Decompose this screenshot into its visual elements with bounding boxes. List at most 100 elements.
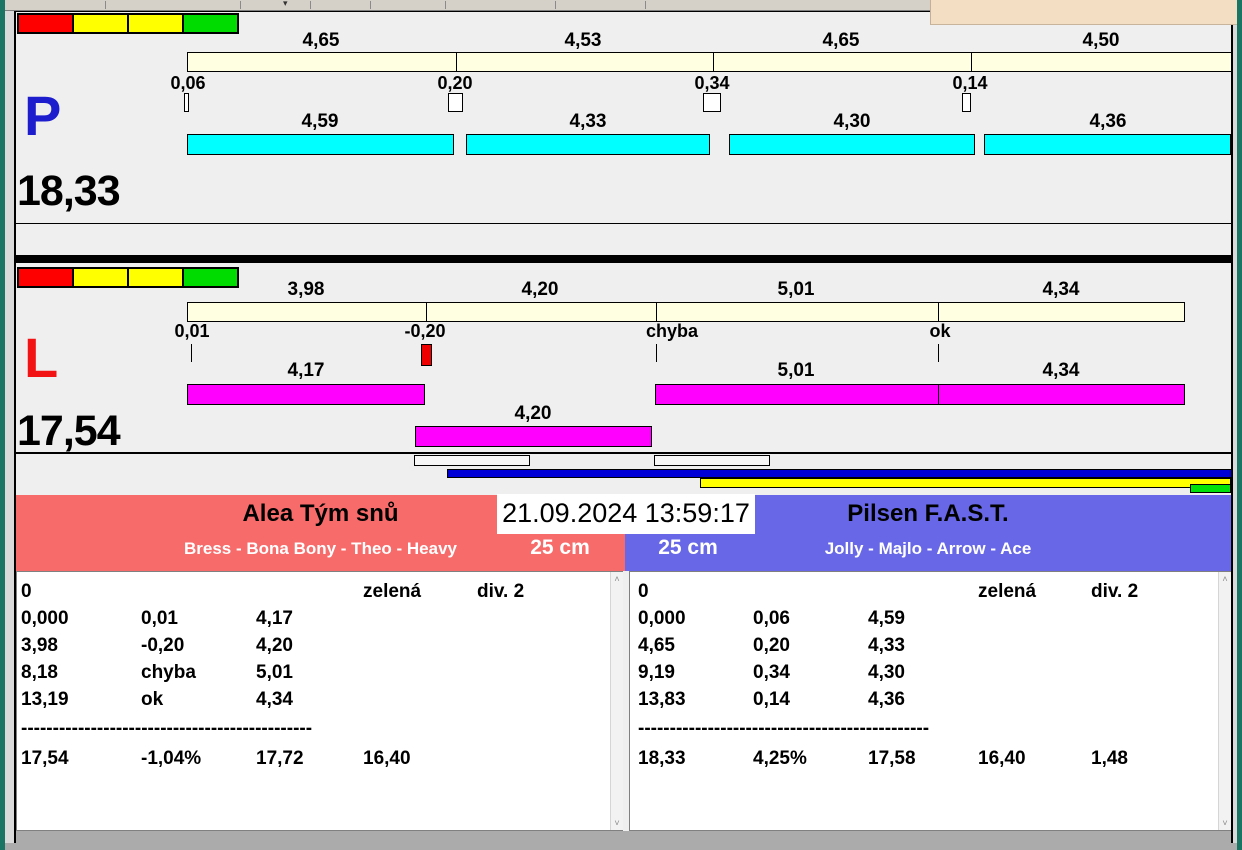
table-total-cell: 16,40 <box>978 748 1026 769</box>
toolbar-separator <box>445 1 446 9</box>
table-cell: 4,17 <box>256 608 293 629</box>
status-light-yellow <box>127 267 184 288</box>
toolbar-separator <box>555 1 556 9</box>
p-top-label-2: 4,53 <box>564 30 602 51</box>
l-tick-3 <box>656 344 657 362</box>
table-total-cell: 18,33 <box>638 748 686 769</box>
table-cell: 0,06 <box>753 608 790 629</box>
scrollbar[interactable]: ˄ ˅ <box>1218 572 1231 830</box>
table-cell: -0,20 <box>141 635 185 656</box>
table-divider-row: ----------------------------------------… <box>21 718 313 739</box>
l-top-label-1: 3,98 <box>287 279 325 300</box>
status-light-yellow <box>127 13 184 34</box>
l-offset-bar <box>415 426 652 447</box>
p-top-label-4: 4,50 <box>1082 30 1120 51</box>
toolbar-separator <box>370 1 371 9</box>
table-cell: 4,59 <box>868 608 905 629</box>
scroll-down-icon[interactable]: ˅ <box>611 818 623 828</box>
table-cell: 0,14 <box>753 689 790 710</box>
scrollbar[interactable]: ˄ ˅ <box>610 572 623 830</box>
l-offset-label: 4,20 <box>514 403 552 424</box>
scroll-up-icon[interactable]: ˄ <box>611 574 623 584</box>
results-table-left[interactable]: 0 zelená div. 2 0,000 0,01 4,17 3,98 -0,… <box>16 571 623 831</box>
strip-hollow-box-2 <box>654 455 770 466</box>
table-cell: chyba <box>141 662 196 683</box>
p-reference-bar <box>187 52 1232 72</box>
p-bottom-label-3: 4,30 <box>833 111 871 132</box>
p-reference-segment <box>971 53 1231 71</box>
toolbar-separator <box>645 1 646 9</box>
status-light-red <box>17 13 74 34</box>
l-top-label-4: 4,34 <box>1042 279 1080 300</box>
p-mark-label-1: 0,06 <box>170 73 206 93</box>
background-window-toolbar: ▾ <box>5 0 930 11</box>
strip-divider <box>16 452 1231 454</box>
table-cell: 0 <box>638 581 649 602</box>
status-lights-l <box>17 267 239 288</box>
status-light-green <box>182 13 239 34</box>
l-bottom-label-1: 4,17 <box>287 360 325 381</box>
status-light-red <box>17 267 74 288</box>
p-reference-segment <box>713 53 971 71</box>
toolbar-separator <box>310 1 311 9</box>
table-cell: 3,98 <box>21 635 58 656</box>
desktop-edge-left <box>0 0 5 850</box>
p-deviation-box-1 <box>184 93 189 112</box>
table-cell: div. 2 <box>1091 581 1139 602</box>
status-light-yellow <box>72 267 129 288</box>
p-bottom-label-1: 4,59 <box>301 111 339 132</box>
l-distance-bar-1 <box>187 384 425 405</box>
l-reference-segment <box>938 303 1184 321</box>
table-divider-row: ----------------------------------------… <box>638 718 930 739</box>
table-total-cell: 4,25% <box>753 748 807 769</box>
window-frame-bottom <box>5 843 1237 850</box>
p-distance-bar-1 <box>187 134 454 155</box>
table-cell: zelená <box>978 581 1037 602</box>
l-bottom-label-3: 4,34 <box>1042 360 1080 381</box>
chevron-down-icon: ▾ <box>283 0 288 8</box>
l-reference-segment <box>656 303 938 321</box>
l-distance-bar-2 <box>655 384 1185 405</box>
lane-p-letter: P <box>24 84 62 147</box>
table-cell: 0,34 <box>753 662 790 683</box>
results-table-right[interactable]: 0 zelená div. 2 0,000 0,06 4,59 4,65 0,2… <box>629 571 1231 831</box>
table-cell: 4,30 <box>868 662 905 683</box>
table-cell: 4,20 <box>256 635 293 656</box>
l-distance-segment <box>938 385 1184 404</box>
scroll-down-icon[interactable]: ˅ <box>1219 818 1231 828</box>
desktop-edge-right <box>1237 0 1242 850</box>
table-total-cell: 17,72 <box>256 748 304 769</box>
l-tick-4 <box>938 344 939 362</box>
lane-divider <box>16 255 1231 263</box>
p-bottom-label-2: 4,33 <box>569 111 607 132</box>
l-reference-segment <box>426 303 656 321</box>
table-cell: 5,01 <box>256 662 293 683</box>
table-cell: 0,20 <box>753 635 790 656</box>
progress-bar-yellow <box>700 478 1231 488</box>
progress-bar-blue <box>447 469 1232 478</box>
table-total-cell: 16,40 <box>363 748 411 769</box>
app-screen: ▾ 4,65 4,53 4,65 4,50 0,06 0,20 0,34 0,1… <box>0 0 1242 850</box>
toolbar-separator <box>105 1 106 9</box>
scroll-up-icon[interactable]: ˄ <box>1219 574 1231 584</box>
p-reference-segment <box>188 53 456 71</box>
measurement-panel: 4,65 4,53 4,65 4,50 0,06 0,20 0,34 0,14 … <box>14 10 1233 843</box>
table-total-cell: 1,48 <box>1091 748 1128 769</box>
p-bottom-label-4: 4,36 <box>1089 111 1127 132</box>
table-total-cell: -1,04% <box>141 748 202 769</box>
l-tick-1 <box>191 344 192 362</box>
distance-right: 25 cm <box>658 536 718 559</box>
lane-l-letter: L <box>24 326 59 389</box>
l-top-label-3: 5,01 <box>777 279 815 300</box>
p-mark-label-3: 0,34 <box>694 73 730 93</box>
background-window-fragment <box>930 0 1239 25</box>
table-cell: 0,000 <box>21 608 69 629</box>
toolbar-separator <box>240 1 241 9</box>
table-total-cell: 17,58 <box>868 748 916 769</box>
lane-p-total: 18,33 <box>17 167 121 215</box>
p-deviation-box-2 <box>448 93 463 112</box>
p-reference-segment <box>456 53 713 71</box>
table-cell: 4,36 <box>868 689 905 710</box>
l-mark-label-1: 0,01 <box>174 321 210 341</box>
table-cell: 0,01 <box>141 608 178 629</box>
